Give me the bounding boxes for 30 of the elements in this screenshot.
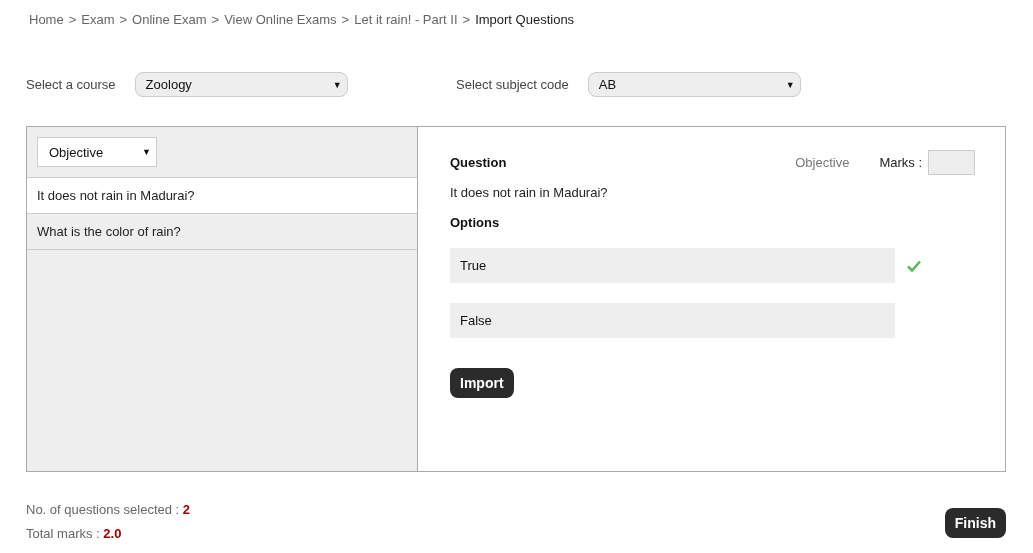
answer-option: True xyxy=(450,248,895,283)
select-dropdown[interactable]: Zoology ▼ xyxy=(134,72,348,97)
question-type: Objective xyxy=(795,155,850,170)
options-heading: Options xyxy=(450,215,501,230)
breadcrumb-link[interactable]: Online Exam xyxy=(132,11,207,27)
breadcrumb-separator: > xyxy=(119,11,128,27)
breadcrumb-link[interactable]: Let it rain! - Part II xyxy=(354,11,458,27)
breadcrumb-separator: > xyxy=(68,11,77,27)
breadcrumb-separator: > xyxy=(341,11,350,27)
breadcrumb-separator: > xyxy=(462,11,471,27)
answer-option: False xyxy=(450,303,895,338)
filter-label: Select a course xyxy=(26,77,116,92)
type-dropdown[interactable]: Objective ▼ xyxy=(37,137,157,167)
marks-field[interactable] xyxy=(928,150,975,175)
breadcrumb-link[interactable]: Home xyxy=(29,11,64,27)
question-list-item[interactable]: It does not rain in Madurai? xyxy=(27,177,417,213)
select-dropdown[interactable]: AB ▼ xyxy=(587,72,801,97)
import-button[interactable]: Import xyxy=(450,368,514,398)
marks-label: Marks : xyxy=(879,155,922,170)
breadcrumb-separator: > xyxy=(211,11,220,27)
question-list-item[interactable]: What is the color of rain? xyxy=(27,213,417,250)
breadcrumb-link[interactable]: View Online Exams xyxy=(224,11,337,27)
question-text: It does not rain in Madurai? xyxy=(450,185,609,200)
selected-count-text: No. of questions selected : 2 xyxy=(26,502,191,517)
total-marks-text: Total marks : 2.0 xyxy=(26,526,123,541)
question-heading: Question xyxy=(450,155,507,170)
finish-button[interactable]: Finish xyxy=(944,508,1006,538)
current-page-label: Import Questions xyxy=(475,11,575,27)
filter-label: Select subject code xyxy=(456,77,569,92)
breadcrumb-link[interactable]: Exam xyxy=(81,11,115,27)
